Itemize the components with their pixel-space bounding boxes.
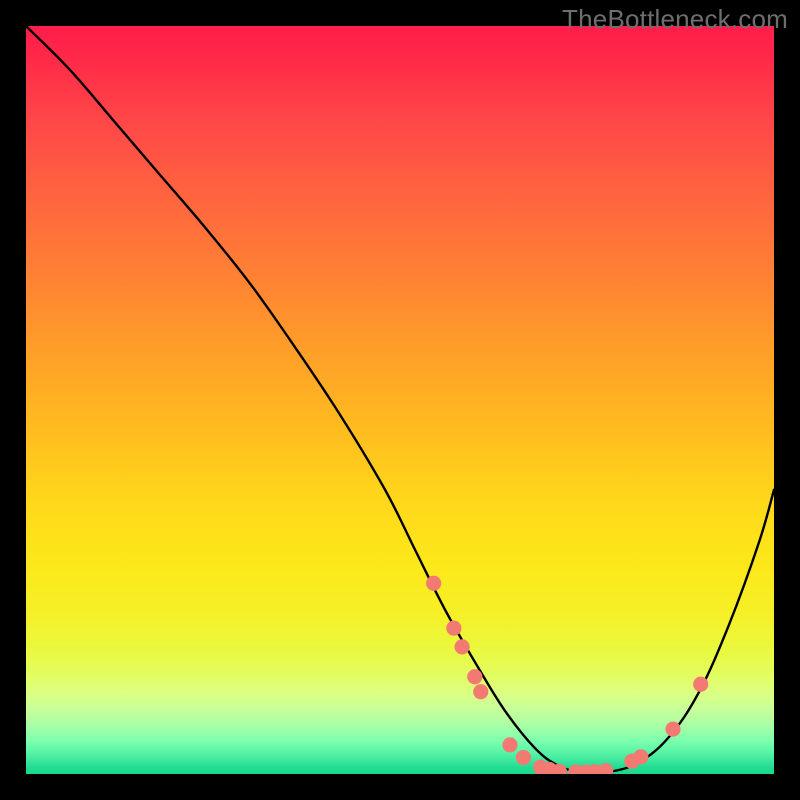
data-point [665,722,680,737]
data-point [454,639,469,654]
chart-container: TheBottleneck.com [0,0,800,800]
watermark-text: TheBottleneck.com [562,4,788,35]
data-point [598,763,613,774]
data-point [473,684,488,699]
plot-area [26,26,774,774]
data-point [446,621,461,636]
data-point [693,677,708,692]
data-point [633,749,648,764]
data-point [502,737,517,752]
bottleneck-curve [26,26,774,773]
data-point [516,750,531,765]
data-point-group [426,576,708,774]
data-point [467,669,482,684]
data-point [426,576,441,591]
chart-svg [26,26,774,774]
